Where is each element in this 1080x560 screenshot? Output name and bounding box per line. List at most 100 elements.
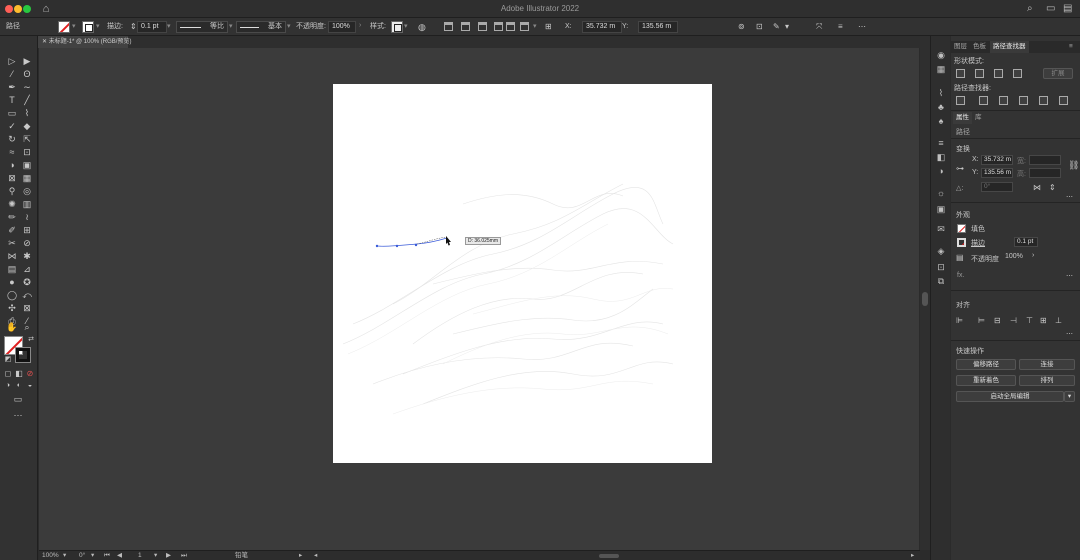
offset-path-button[interactable]: 偏移路径 bbox=[956, 359, 1016, 370]
chevron-down-icon[interactable]: ▾ bbox=[1064, 391, 1075, 402]
color-guide-icon[interactable]: ◉ bbox=[935, 50, 947, 61]
unite-icon[interactable] bbox=[956, 69, 965, 78]
rotation-value[interactable]: 0° bbox=[79, 551, 85, 560]
outline-icon[interactable] bbox=[1039, 96, 1048, 105]
transform-icon[interactable]: ⤧ bbox=[816, 21, 822, 33]
align-to-selection-icon[interactable]: ⊫ bbox=[956, 316, 963, 325]
divide-icon[interactable] bbox=[956, 96, 965, 105]
canvas[interactable]: D: 36.025mm bbox=[39, 48, 919, 550]
more-options-icon[interactable]: ⋯ bbox=[1066, 193, 1073, 201]
blend-tool-icon[interactable]: ◎ bbox=[21, 186, 33, 197]
gradient-tool-icon[interactable]: ▤ bbox=[6, 264, 18, 275]
chevron-down-icon[interactable]: ▾ bbox=[91, 551, 94, 560]
scroll-left-icon[interactable]: ◂ bbox=[314, 551, 317, 560]
start-global-edit-button[interactable]: 启动全局编辑 bbox=[956, 391, 1064, 402]
height-field[interactable] bbox=[1029, 168, 1061, 178]
path-eraser-tool-icon[interactable]: ⤺ bbox=[21, 290, 33, 301]
stroke-weight-field[interactable]: 0.1 pt bbox=[1014, 237, 1038, 247]
warp-tool-icon[interactable]: ≈ bbox=[6, 147, 18, 158]
chevron-down-icon[interactable]: ▾ bbox=[404, 22, 408, 30]
live-paint-tool-icon[interactable]: ▣ bbox=[21, 160, 33, 171]
crop-icon[interactable] bbox=[1019, 96, 1028, 105]
edit-toolbar-icon[interactable]: ⋯ bbox=[12, 410, 24, 421]
more-options-icon[interactable]: ⋯ bbox=[858, 21, 866, 33]
rotate-tool-icon[interactable]: ↻ bbox=[6, 134, 18, 145]
tab-libraries[interactable]: 库 bbox=[975, 112, 982, 124]
width-tool-icon[interactable]: ⋈ bbox=[6, 251, 18, 262]
lasso-tool-icon[interactable]: ʘ bbox=[21, 69, 33, 80]
search-icon[interactable]: ⌕ bbox=[1027, 3, 1033, 14]
scale-tool-icon[interactable]: ⇱ bbox=[21, 134, 33, 145]
fill-color-swatch[interactable] bbox=[58, 21, 70, 33]
shape-tool-icon[interactable]: ● bbox=[6, 277, 18, 288]
scissors-tool-icon[interactable]: ✂ bbox=[6, 238, 18, 249]
minus-back-icon[interactable] bbox=[1059, 96, 1068, 105]
chevron-down-icon[interactable]: ▾ bbox=[533, 22, 537, 30]
align-middle-icon[interactable]: ⊞ bbox=[1040, 316, 1047, 325]
shape-builder-tool-icon[interactable]: ◑ bbox=[6, 160, 18, 171]
scroll-thumb[interactable] bbox=[922, 292, 928, 306]
graphic-styles-icon[interactable]: ♠ bbox=[935, 116, 947, 127]
layers-icon[interactable]: ◈ bbox=[935, 246, 947, 257]
direct-selection-tool-icon[interactable]: ▶ bbox=[21, 56, 33, 67]
first-artboard-icon[interactable]: ⏮ bbox=[104, 551, 110, 560]
width-field[interactable] bbox=[1029, 155, 1061, 165]
flip-horizontal-icon[interactable]: ⋈ bbox=[1033, 183, 1041, 192]
align-left-icon[interactable]: ⊨ bbox=[978, 316, 985, 325]
vertical-scrollbar[interactable] bbox=[920, 36, 930, 550]
pencil-tool-icon[interactable]: ✏ bbox=[6, 212, 18, 223]
puppet-warp-tool-icon[interactable]: ✱ bbox=[21, 251, 33, 262]
align-top-icon[interactable]: ⊤ bbox=[1026, 316, 1033, 325]
star-tool-icon[interactable]: ✪ bbox=[21, 277, 33, 288]
previous-artboard-icon[interactable]: ◀ bbox=[117, 551, 122, 560]
stroke-color-swatch[interactable] bbox=[82, 21, 94, 33]
flip-vertical-icon[interactable]: ⇕ bbox=[1049, 183, 1056, 192]
comments-icon[interactable]: ✉ bbox=[935, 224, 947, 235]
isolate-icon[interactable]: ⊚ bbox=[738, 21, 745, 33]
next-artboard-icon[interactable]: ▶ bbox=[166, 551, 171, 560]
chevron-down-icon[interactable]: ▾ bbox=[63, 551, 66, 560]
blob-brush-tool-icon[interactable]: ✐ bbox=[6, 225, 18, 236]
more-options-icon[interactable]: ⋯ bbox=[1066, 330, 1073, 338]
recolor-button[interactable]: 重新着色 bbox=[956, 375, 1016, 386]
minus-front-icon[interactable] bbox=[975, 69, 984, 78]
transparency-icon[interactable]: ◑ bbox=[935, 166, 947, 177]
select-similar-icon[interactable]: ⊡ bbox=[756, 21, 763, 33]
expand-button[interactable]: 扩展 bbox=[1043, 68, 1073, 79]
mesh-tool-icon[interactable]: ▦ bbox=[21, 173, 33, 184]
stroke-stepper-icon[interactable]: ⇕ bbox=[130, 21, 137, 33]
brush-definition-select[interactable]: 基本 bbox=[236, 21, 286, 33]
align-horizontal-center-icon[interactable] bbox=[461, 22, 470, 31]
stroke-swatch[interactable] bbox=[957, 238, 966, 247]
x-field[interactable]: 35.732 m bbox=[981, 155, 1013, 165]
tab-properties[interactable]: 属性 bbox=[953, 112, 972, 124]
stroke-label[interactable]: 描边: bbox=[107, 21, 123, 33]
chevron-down-icon[interactable]: ▾ bbox=[287, 22, 291, 30]
hand-tool-icon[interactable]: ✋ bbox=[6, 322, 18, 333]
opacity-value[interactable]: 100% bbox=[1005, 253, 1023, 260]
artboards-icon[interactable]: ⊡ bbox=[935, 262, 947, 273]
stroke-panel-icon[interactable]: ≡ bbox=[935, 138, 947, 149]
stroke-label[interactable]: 描边 bbox=[971, 238, 985, 248]
appearance-icon[interactable]: ☼ bbox=[935, 188, 947, 199]
perspective-grid-tool-icon[interactable]: ⊠ bbox=[6, 173, 18, 184]
line-tool-icon[interactable]: ╱ bbox=[21, 95, 33, 106]
free-transform-tool-icon[interactable]: ⊡ bbox=[21, 147, 33, 158]
trim-icon[interactable] bbox=[979, 96, 988, 105]
merge-icon[interactable] bbox=[999, 96, 1008, 105]
slice-tool-icon[interactable]: ⊘ bbox=[21, 238, 33, 249]
align-center-icon[interactable]: ⊟ bbox=[994, 316, 1001, 325]
document-tab[interactable]: ✕ 未标题-1* @ 100% (RGB/预览) bbox=[38, 36, 131, 48]
gradient-panel-icon[interactable]: ◧ bbox=[935, 152, 947, 163]
measure-tool-icon[interactable]: ⊿ bbox=[21, 264, 33, 275]
reference-point-icon[interactable]: ⊶ bbox=[956, 164, 964, 173]
join-button[interactable]: 连接 bbox=[1019, 359, 1075, 370]
align-bottom-icon[interactable]: ⊥ bbox=[1055, 316, 1062, 325]
align-right-icon[interactable]: ⊣ bbox=[1010, 316, 1017, 325]
chevron-down-icon[interactable]: ▾ bbox=[96, 22, 100, 30]
column-graph-tool-icon[interactable]: ▥ bbox=[21, 199, 33, 210]
edit-path-icon[interactable]: ✎ bbox=[773, 21, 780, 33]
knife-tool-icon[interactable]: ⊠ bbox=[21, 303, 33, 314]
symbol-sprayer-tool-icon[interactable]: ✺ bbox=[6, 199, 18, 210]
last-artboard-icon[interactable]: ⏭ bbox=[181, 551, 187, 560]
